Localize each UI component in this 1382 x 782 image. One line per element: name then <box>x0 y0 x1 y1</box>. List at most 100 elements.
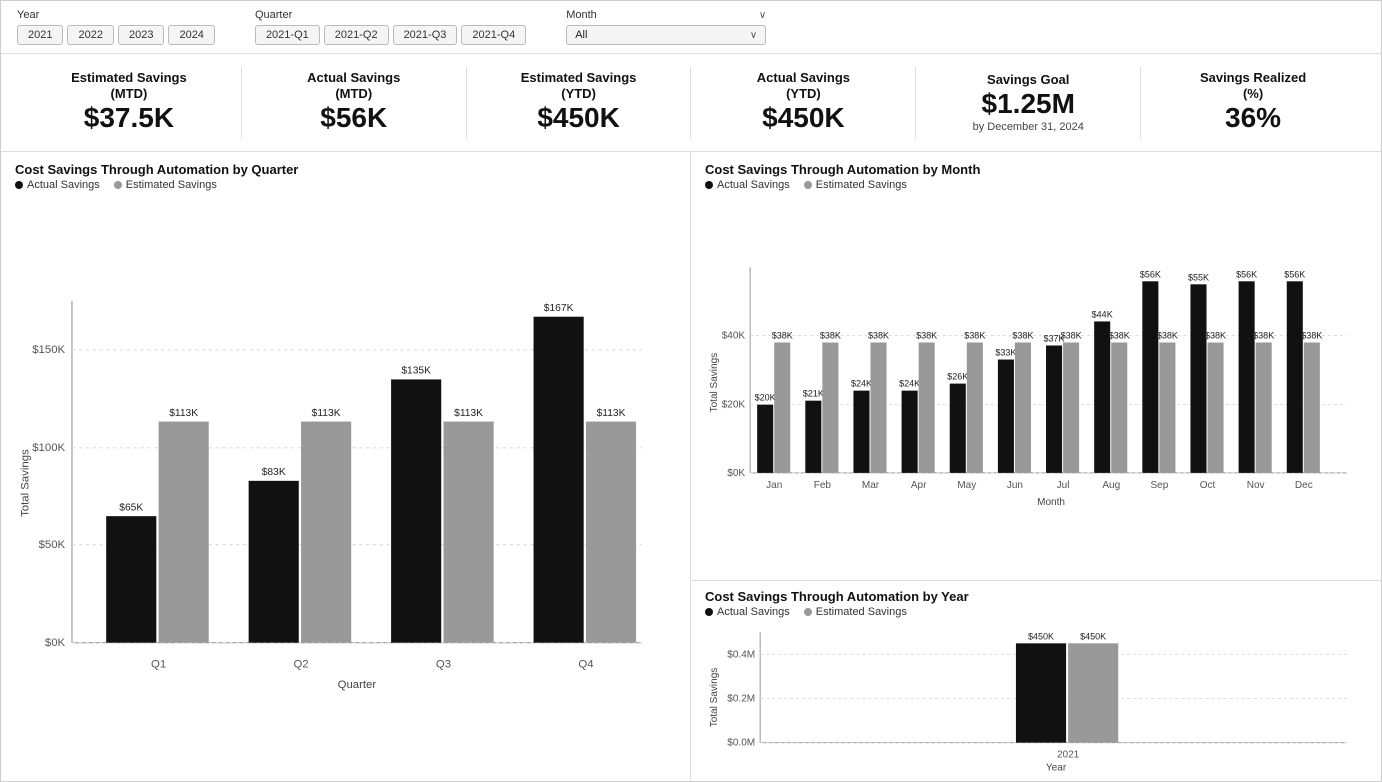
nov-est-bar <box>1256 342 1272 472</box>
q1-actual-bar <box>106 516 156 643</box>
monthly-legend-estimated: Estimated Savings <box>804 179 907 191</box>
mar-est-label: $38K <box>868 330 889 340</box>
svg-text:$0.0M: $0.0M <box>727 738 755 749</box>
monthly-chart-panel: Cost Savings Through Automation by Month… <box>691 152 1381 581</box>
kpi-savings-realized-value: 36% <box>1225 101 1281 135</box>
aug-est-bar <box>1111 342 1127 472</box>
yearly-legend-actual-label: Actual Savings <box>717 606 790 618</box>
apr-x-label: Apr <box>911 480 927 491</box>
yearly-legend-actual: Actual Savings <box>705 606 790 618</box>
q3-estimated-bar <box>444 421 494 642</box>
monthly-legend-actual: Actual Savings <box>705 179 790 191</box>
estimated-dot <box>114 181 122 189</box>
q3-actual-label: $135K <box>401 365 431 376</box>
jan-actual-bar <box>757 404 773 472</box>
ytick-50: $50K <box>39 539 66 551</box>
kpi-savings-goal-value: $1.25M <box>982 87 1075 121</box>
aug-actual-bar <box>1094 321 1110 472</box>
yearly-actual-dot <box>705 608 713 616</box>
q4-estimated-label: $113K <box>597 408 626 419</box>
sep-actual-bar <box>1142 281 1158 473</box>
sep-est-label: $38K <box>1157 330 1178 340</box>
kpi-estimated-mtd-title: Estimated Savings(MTD) <box>71 70 187 101</box>
quarter-filter-group: Quarter 2021-Q1 2021-Q2 2021-Q3 2021-Q4 <box>255 9 526 45</box>
svg-text:$40K: $40K <box>722 330 746 341</box>
kpi-row: Estimated Savings(MTD) $37.5K Actual Sav… <box>1 54 1381 152</box>
monthly-chart-svg-container: Total Savings $0K $20K $40K <box>705 195 1367 570</box>
quarter-q3-btn[interactable]: 2021-Q3 <box>393 25 458 45</box>
month-filter-label: Month <box>566 9 597 21</box>
month-dropdown[interactable]: All ∨ <box>566 25 766 45</box>
svg-text:$0.4M: $0.4M <box>727 649 755 660</box>
monthly-legend: Actual Savings Estimated Savings <box>705 179 1367 191</box>
quarter-q4-btn[interactable]: 2021-Q4 <box>461 25 526 45</box>
monthly-estimated-dot <box>804 181 812 189</box>
q2-estimated-label: $113K <box>312 408 341 419</box>
kpi-actual-mtd-title: Actual Savings(MTD) <box>307 70 400 101</box>
q4-estimated-bar <box>586 421 636 642</box>
kpi-estimated-mtd-value: $37.5K <box>84 101 174 135</box>
year-2024-btn[interactable]: 2024 <box>168 25 214 45</box>
jul-x-label: Jul <box>1057 480 1070 491</box>
month-header-chevron: ∨ <box>759 10 766 21</box>
kpi-savings-realized-title: Savings Realized(%) <box>1200 70 1306 101</box>
feb-est-bar <box>822 342 838 472</box>
kpi-savings-realized: Savings Realized(%) 36% <box>1141 66 1365 139</box>
q1-x-label: Q1 <box>151 659 166 671</box>
jul-actual-bar <box>1046 345 1062 472</box>
jan-actual-label: $20K <box>755 392 776 402</box>
year2021-est-label: $450K <box>1080 631 1106 641</box>
quarter-buttons: 2021-Q1 2021-Q2 2021-Q3 2021-Q4 <box>255 25 526 45</box>
yearly-legend-estimated: Estimated Savings <box>804 606 907 618</box>
dec-actual-label: $56K <box>1284 269 1305 279</box>
kpi-actual-ytd-title: Actual Savings(YTD) <box>757 70 850 101</box>
may-est-bar <box>967 342 983 472</box>
ytick-0: $0K <box>45 637 66 649</box>
year-filter-label: Year <box>17 9 215 21</box>
monthly-legend-actual-label: Actual Savings <box>717 179 790 191</box>
yearly-chart-title: Cost Savings Through Automation by Year <box>705 589 1367 604</box>
quarter-filter-label: Quarter <box>255 9 526 21</box>
dec-est-label: $38K <box>1301 330 1322 340</box>
jun-est-label: $38K <box>1012 330 1033 340</box>
yearly-chart-svg-container: Total Savings $0.0M $0.2M $0.4M <box>705 622 1367 773</box>
yearly-legend-estimated-label: Estimated Savings <box>816 606 907 618</box>
nov-x-label: Nov <box>1247 480 1265 491</box>
charts-area: Cost Savings Through Automation by Quart… <box>1 152 1381 781</box>
kpi-savings-goal-title: Savings Goal <box>987 72 1069 88</box>
quarterly-legend-estimated: Estimated Savings <box>114 179 217 191</box>
year-2023-btn[interactable]: 2023 <box>118 25 164 45</box>
quarterly-chart-panel: Cost Savings Through Automation by Quart… <box>1 152 691 781</box>
oct-est-bar <box>1208 342 1224 472</box>
yearly-x-axis-title: Year <box>1046 763 1067 774</box>
quarter-q1-btn[interactable]: 2021-Q1 <box>255 25 320 45</box>
year2021-actual-bar <box>1016 643 1066 742</box>
yearly-estimated-dot <box>804 608 812 616</box>
q2-x-label: Q2 <box>293 659 308 671</box>
jan-est-label: $38K <box>772 330 793 340</box>
q4-actual-bar <box>534 317 584 643</box>
nov-actual-label: $56K <box>1236 269 1257 279</box>
quarterly-legend: Actual Savings Estimated Savings <box>15 179 676 191</box>
monthly-actual-dot <box>705 181 713 189</box>
aug-est-label: $38K <box>1109 330 1130 340</box>
q2-estimated-bar <box>301 421 351 642</box>
year-2022-btn[interactable]: 2022 <box>67 25 113 45</box>
yearly-legend: Actual Savings Estimated Savings <box>705 606 1367 618</box>
may-x-label: May <box>957 480 976 491</box>
month-selected-value: All <box>575 29 587 41</box>
oct-actual-label: $55K <box>1188 272 1209 282</box>
kpi-estimated-ytd-value: $450K <box>537 101 620 135</box>
filter-bar: Year 2021 2022 2023 2024 Quarter 2021-Q1… <box>1 1 1381 54</box>
jun-x-label: Jun <box>1007 480 1023 491</box>
year-buttons: 2021 2022 2023 2024 <box>17 25 215 45</box>
year-2021-btn[interactable]: 2021 <box>17 25 63 45</box>
monthly-y-axis-title: Total Savings <box>709 353 720 413</box>
jan-x-label: Jan <box>766 480 782 491</box>
monthly-chart-title: Cost Savings Through Automation by Month <box>705 162 1367 177</box>
dec-est-bar <box>1304 342 1320 472</box>
kpi-estimated-ytd-title: Estimated Savings(YTD) <box>521 70 637 101</box>
jul-est-bar <box>1063 342 1079 472</box>
quarter-q2-btn[interactable]: 2021-Q2 <box>324 25 389 45</box>
monthly-legend-estimated-label: Estimated Savings <box>816 179 907 191</box>
